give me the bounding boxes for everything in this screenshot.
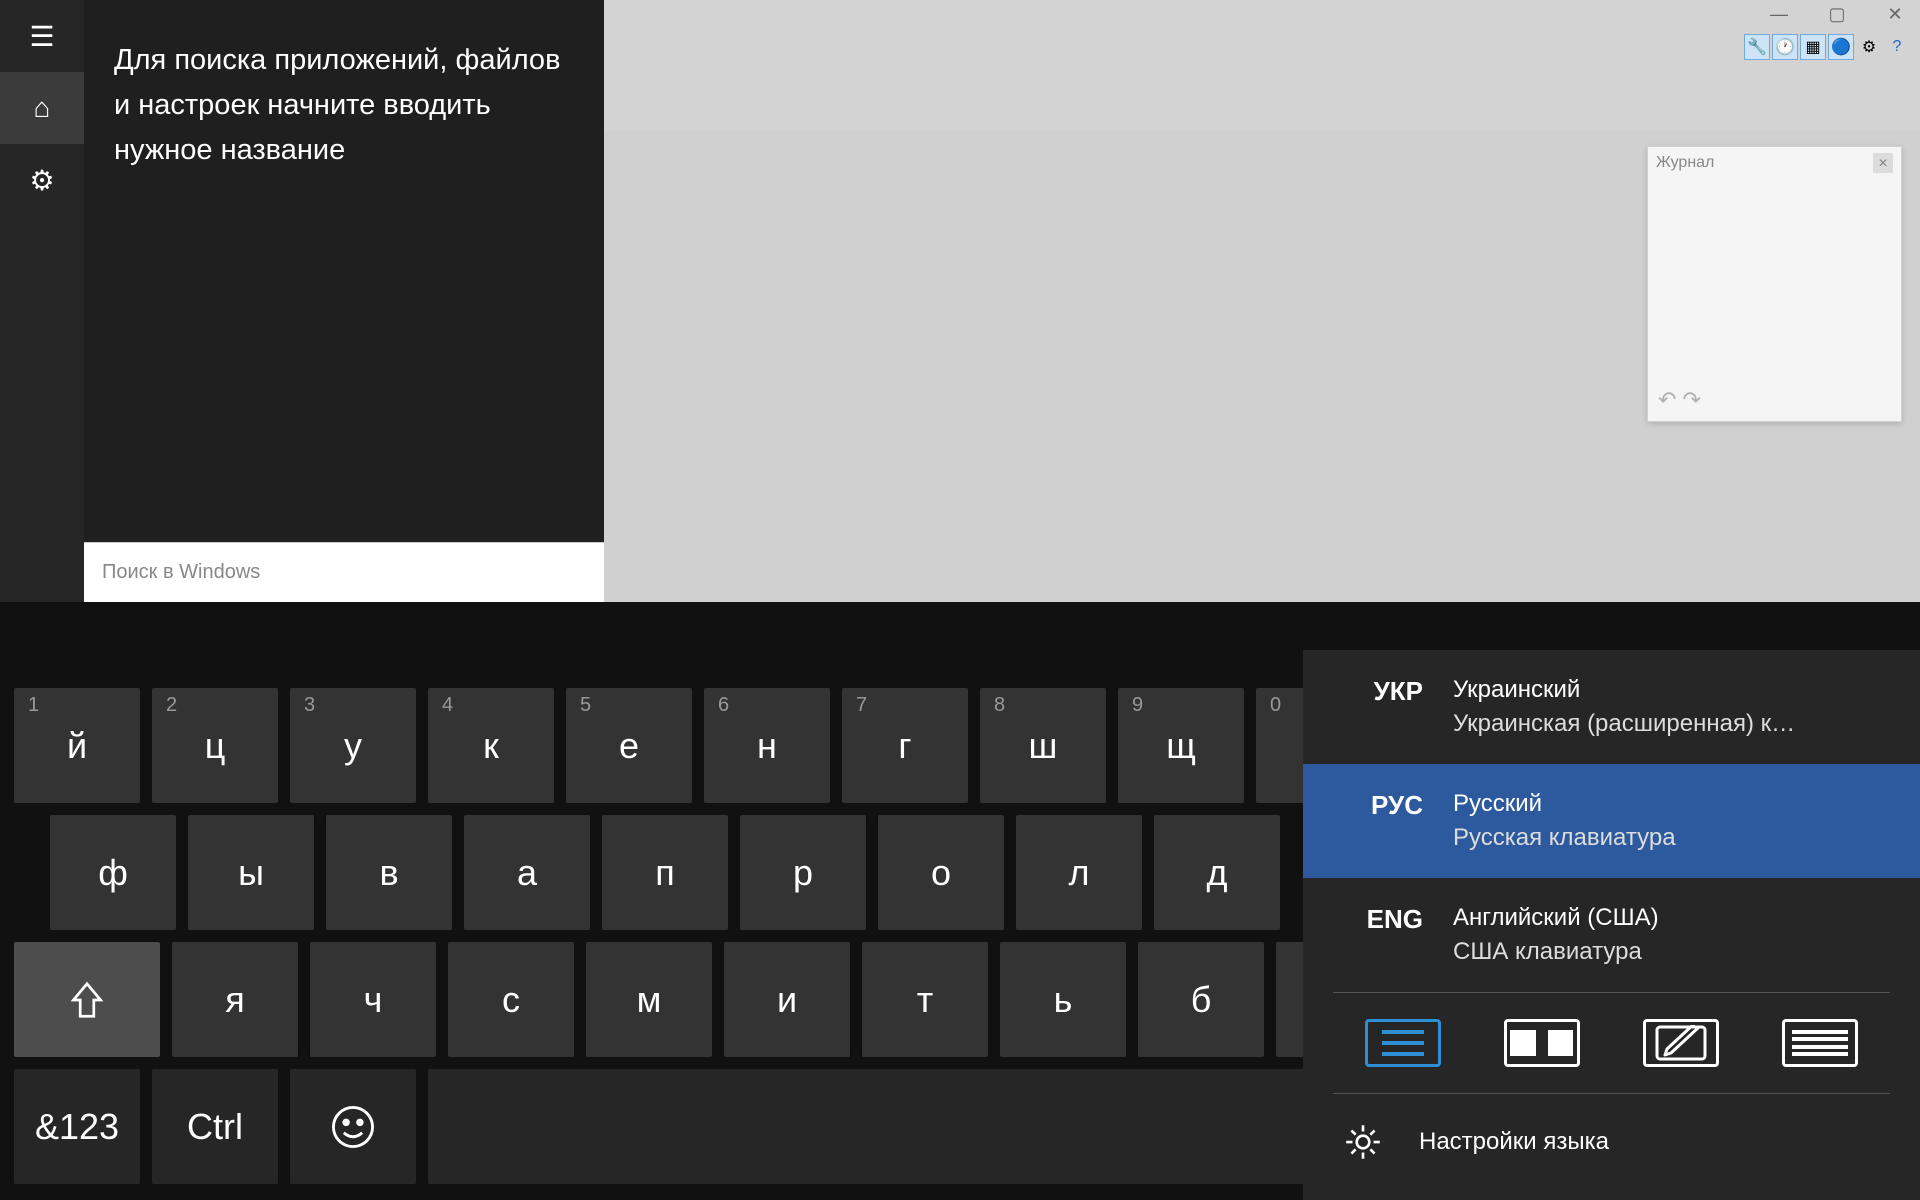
minimize-button[interactable]: — xyxy=(1764,4,1794,24)
key-г[interactable]: 7г xyxy=(842,688,968,803)
lang-sub: Украинская (расширенная) к… xyxy=(1453,710,1795,738)
start-rail: ☰ ⌂ ⚙ xyxy=(0,0,84,602)
key-щ[interactable]: 9щ xyxy=(1118,688,1244,803)
key-п[interactable]: п xyxy=(602,815,728,930)
key-н[interactable]: 6н xyxy=(704,688,830,803)
redo-icon[interactable]: ↷ xyxy=(1682,387,1700,413)
settings-icon[interactable]: ⚙ xyxy=(0,144,84,216)
maximize-button[interactable]: ▢ xyxy=(1822,4,1852,24)
gear-icon[interactable]: ⚙ xyxy=(1856,34,1882,60)
key-с[interactable]: с xyxy=(448,942,574,1057)
undo-icon[interactable]: ↶ xyxy=(1658,387,1676,413)
lang-code: РУС xyxy=(1337,790,1423,821)
help-icon[interactable]: ? xyxy=(1884,34,1910,60)
lang-name: Русский xyxy=(1453,790,1676,818)
home-icon[interactable]: ⌂ xyxy=(0,72,84,144)
lang-code: УКР xyxy=(1337,676,1423,707)
gear-icon xyxy=(1341,1120,1385,1164)
key-и[interactable]: и xyxy=(724,942,850,1057)
key-ч[interactable]: ч xyxy=(310,942,436,1057)
hamburger-icon[interactable]: ☰ xyxy=(0,0,84,72)
key-ц[interactable]: 2ц xyxy=(152,688,278,803)
key-й[interactable]: 1й xyxy=(14,688,140,803)
lang-option-eng[interactable]: ENG Английский (США) США клавиатура xyxy=(1303,878,1920,992)
layout-split-icon[interactable] xyxy=(1504,1019,1580,1067)
key-а[interactable]: а xyxy=(464,815,590,930)
lang-sub: США клавиатура xyxy=(1453,938,1659,966)
key-р[interactable]: р xyxy=(740,815,866,930)
layout-handwriting-icon[interactable] xyxy=(1643,1019,1719,1067)
app-toolbar: 🔧 🕐 ▦ 🔵 ⚙ ? xyxy=(1744,34,1910,60)
key-м[interactable]: м xyxy=(586,942,712,1057)
layout-full-icon[interactable] xyxy=(1782,1019,1858,1067)
key-в[interactable]: в xyxy=(326,815,452,930)
panel-icon[interactable]: ▦ xyxy=(1800,34,1826,60)
close-button[interactable]: ✕ xyxy=(1880,4,1910,24)
color-icon[interactable]: 🔵 xyxy=(1828,34,1854,60)
key-о[interactable]: о xyxy=(878,815,1004,930)
language-settings-row[interactable]: Настройки языка xyxy=(1303,1094,1920,1200)
key-б[interactable]: б xyxy=(1138,942,1264,1057)
shift-key[interactable] xyxy=(14,942,160,1057)
history-panel: Журнал ✕ ↶ ↷ xyxy=(1647,146,1902,422)
close-icon[interactable]: ✕ xyxy=(1873,153,1893,173)
key-ы[interactable]: ы xyxy=(188,815,314,930)
key-ь[interactable]: ь xyxy=(1000,942,1126,1057)
key-ш[interactable]: 8ш xyxy=(980,688,1106,803)
layout-standard-icon[interactable] xyxy=(1365,1019,1441,1067)
tool-icon-1[interactable]: 🔧 xyxy=(1744,34,1770,60)
key-ф[interactable]: ф xyxy=(50,815,176,930)
key-т[interactable]: т xyxy=(862,942,988,1057)
search-input[interactable] xyxy=(102,561,586,584)
search-hint: Для поиска приложений, файлов и настроек… xyxy=(84,0,604,173)
lang-sub: Русская клавиатура xyxy=(1453,824,1676,852)
key-я[interactable]: я xyxy=(172,942,298,1057)
lang-option-укр[interactable]: УКР Украинский Украинская (расширенная) к… xyxy=(1303,650,1920,764)
start-search-panel: ☰ ⌂ ⚙ Для поиска приложений, файлов и на… xyxy=(0,0,604,602)
emoji-key[interactable] xyxy=(290,1069,416,1184)
window-controls: — ▢ ✕ xyxy=(1764,4,1910,24)
keyboard-layout-row xyxy=(1303,993,1920,1093)
language-popup: УКР Украинский Украинская (расширенная) к…… xyxy=(1303,650,1920,1200)
lang-code: ENG xyxy=(1337,904,1423,935)
lang-name: Украинский xyxy=(1453,676,1795,704)
symbols-key[interactable]: &123 xyxy=(14,1069,140,1184)
history-title: Журнал xyxy=(1656,154,1714,172)
language-settings-label: Настройки языка xyxy=(1419,1128,1609,1156)
lang-option-рус[interactable]: РУС Русский Русская клавиатура xyxy=(1303,764,1920,878)
lang-name: Английский (США) xyxy=(1453,904,1659,932)
clock-icon[interactable]: 🕐 xyxy=(1772,34,1798,60)
key-л[interactable]: л xyxy=(1016,815,1142,930)
search-box xyxy=(84,542,604,602)
key-д[interactable]: д xyxy=(1154,815,1280,930)
key-у[interactable]: 3у xyxy=(290,688,416,803)
key-к[interactable]: 4к xyxy=(428,688,554,803)
key-е[interactable]: 5е xyxy=(566,688,692,803)
ctrl-key[interactable]: Ctrl xyxy=(152,1069,278,1184)
